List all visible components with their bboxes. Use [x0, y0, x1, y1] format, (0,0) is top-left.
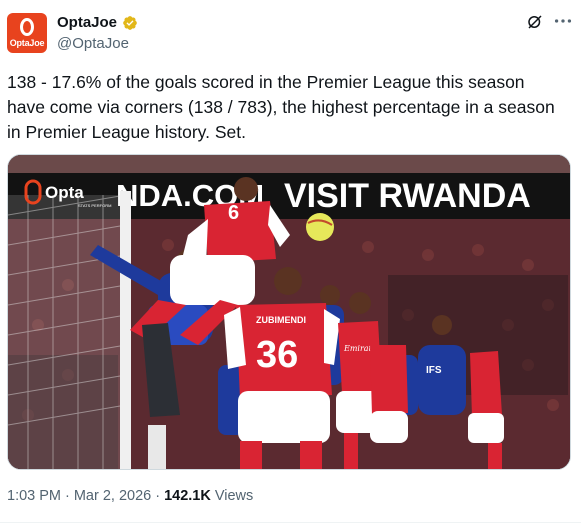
divider — [0, 522, 581, 523]
tweet-text: 138 - 17.6% of the goals scored in the P… — [7, 72, 555, 142]
views-label: Views — [214, 488, 254, 504]
match-photo: NDA.COM VISIT RWANDA Opta STATS PERFORM … — [8, 155, 570, 469]
tweet-meta: 1:03 PM · Mar 2, 2026 · 142.1K Views — [7, 488, 253, 504]
opta-o-icon — [20, 18, 34, 36]
views-count[interactable]: 142.1K — [164, 488, 211, 504]
tweet-date[interactable]: Mar 2, 2026 — [74, 488, 151, 504]
jumping-player-number: 6 — [228, 202, 239, 224]
grok-icon[interactable] — [526, 13, 544, 31]
opta-logo-subtext: STATS PERFORM — [78, 203, 111, 208]
verified-badge-icon[interactable] — [122, 15, 138, 31]
away-sponsor-text: IFS — [426, 365, 442, 376]
more-icon[interactable] — [552, 10, 574, 32]
avatar[interactable]: OptaJoe — [7, 13, 47, 53]
banner-text: VISIT RWANDA — [284, 177, 531, 215]
handle[interactable]: @OptaJoe — [57, 35, 129, 52]
front-player-number: 36 — [256, 334, 298, 376]
tweet[interactable]: OptaJoe OptaJoe @OptaJoe 138 - 17.6% of … — [0, 0, 581, 528]
display-name[interactable]: OptaJoe — [57, 14, 117, 31]
front-player-name: ZUBIMENDI — [256, 315, 306, 325]
meta-separator: · — [65, 488, 70, 504]
tweet-media-photo[interactable]: NDA.COM VISIT RWANDA Opta STATS PERFORM … — [7, 154, 571, 470]
tweet-time[interactable]: 1:03 PM — [7, 488, 61, 504]
meta-separator: · — [155, 488, 161, 504]
avatar-label: OptaJoe — [9, 38, 45, 48]
opta-logo-text: Opta — [45, 183, 84, 202]
author-name-row[interactable]: OptaJoe — [57, 14, 138, 31]
